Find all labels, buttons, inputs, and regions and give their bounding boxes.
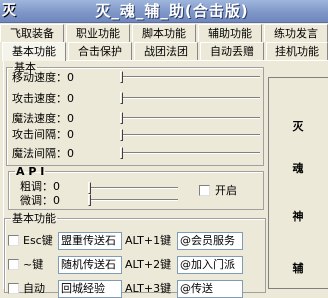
- api-fine-slider[interactable]: [88, 199, 178, 201]
- tab-training-speech[interactable]: 练功发言: [264, 24, 328, 42]
- magic-interval-label: 魔法间隔：0: [12, 147, 74, 160]
- magic-speed-label: 魔法速度：0: [12, 112, 74, 125]
- move-speed-slider[interactable]: [120, 76, 260, 78]
- api-fine-slider-thumb[interactable]: [88, 194, 91, 206]
- app-icon: 灭: [2, 3, 16, 19]
- tab-class-functions[interactable]: 职业功能: [66, 24, 130, 42]
- tab-auto-drop[interactable]: 自动丢赠: [200, 42, 264, 60]
- attack-speed-slider[interactable]: [120, 97, 260, 99]
- tilde-key-checkbox[interactable]: [8, 259, 19, 270]
- features-group-legend: 基本功能: [12, 212, 56, 225]
- magic-speed-slider-thumb[interactable]: [120, 112, 123, 124]
- tilde-item-field[interactable]: 随机传送石: [58, 256, 122, 274]
- api-enable-label: 开启: [215, 184, 237, 197]
- tab-combo-protection[interactable]: 合击保护: [68, 42, 132, 60]
- tab-basic-functions[interactable]: 基本功能: [2, 42, 66, 61]
- tilde-key-label: ~键: [23, 258, 44, 271]
- alt2-message-field[interactable]: @加入门派: [177, 256, 243, 274]
- sidebar-char-3: 神: [292, 210, 304, 223]
- magic-speed-slider[interactable]: [120, 117, 260, 119]
- api-fine-label: 微调：0: [20, 194, 60, 207]
- title-bar[interactable]: 灭 灭_魂_辅_助(合击版): [0, 0, 328, 23]
- attack-interval-slider[interactable]: [120, 134, 260, 136]
- esc-item-field[interactable]: 盟重传送石: [58, 232, 122, 250]
- alt1-hotkey-label: ALT+1键: [125, 234, 172, 247]
- move-speed-label: 移动速度：0: [12, 71, 74, 84]
- tab-assist-functions[interactable]: 辅助功能: [198, 24, 262, 42]
- sidebar-char-4: 辅: [292, 262, 304, 275]
- esc-key-label: Esc键: [23, 234, 53, 247]
- alt3-message-field[interactable]: @传送: [177, 280, 243, 298]
- api-enable-checkbox[interactable]: [199, 185, 210, 196]
- sidebar-char-2: 魂: [292, 162, 304, 175]
- window-title: 灭_魂_辅_助(合击版): [95, 2, 249, 20]
- tab-battle-group[interactable]: 战团法团: [134, 42, 198, 60]
- magic-interval-slider[interactable]: [120, 152, 260, 154]
- brand-sidebar: 灭 魂 神 辅: [268, 77, 328, 289]
- auto-item-field[interactable]: 回城经验: [58, 280, 122, 298]
- api-group-legend: A P I: [16, 165, 45, 178]
- tab-afk-functions[interactable]: 挂机功能: [266, 42, 328, 60]
- sidebar-char-1: 灭: [292, 120, 304, 133]
- attack-speed-slider-thumb[interactable]: [120, 92, 123, 104]
- move-speed-slider-thumb[interactable]: [120, 71, 123, 83]
- tab-fly-equipment[interactable]: 飞取装备: [0, 24, 64, 42]
- api-coarse-slider-thumb[interactable]: [88, 182, 91, 194]
- esc-key-checkbox[interactable]: [8, 235, 19, 246]
- magic-interval-slider-thumb[interactable]: [120, 147, 123, 159]
- attack-speed-label: 攻击速度：0: [12, 92, 74, 105]
- alt2-hotkey-label: ALT+2键: [125, 258, 172, 271]
- attack-interval-label: 攻击间隔：0: [12, 128, 74, 141]
- attack-interval-slider-thumb[interactable]: [120, 129, 123, 141]
- api-coarse-slider[interactable]: [88, 187, 178, 189]
- tab-script-functions[interactable]: 脚本功能: [132, 24, 196, 42]
- api-coarse-label: 粗调：0: [20, 180, 60, 193]
- alt1-message-field[interactable]: @会员服务: [177, 232, 243, 250]
